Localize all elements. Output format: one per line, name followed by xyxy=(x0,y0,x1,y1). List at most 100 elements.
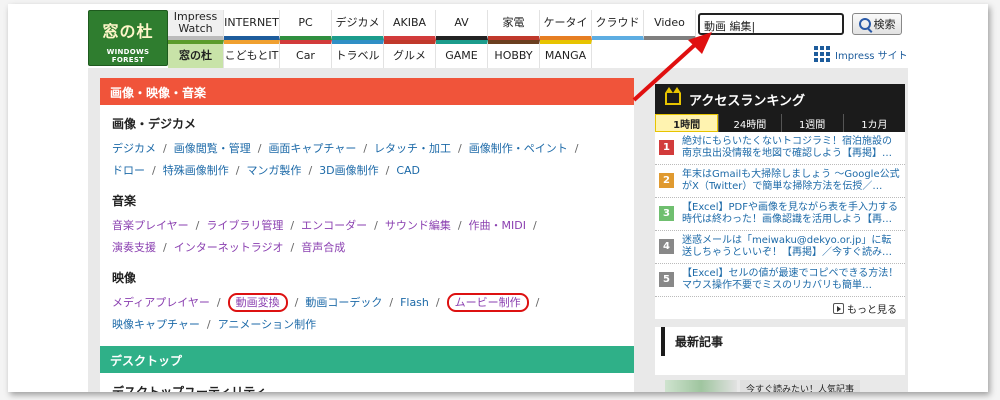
logo-title: 窓の杜 xyxy=(102,22,154,41)
nav-item[interactable]: INTERNET xyxy=(224,10,280,40)
ranking-item[interactable]: 5 【Excel】セルの値が最速でコピペできる方法！マウス操作不要でミスのリカバリ… xyxy=(655,264,905,297)
link-separator: / xyxy=(363,142,368,155)
link-separator: / xyxy=(385,164,390,177)
search-icon xyxy=(858,18,871,30)
category-title: 映像 xyxy=(112,271,137,285)
category-link[interactable]: アニメーション制作 xyxy=(218,318,317,331)
category-block: 画像・デジカメ デジカメ / 画像閲覧・管理 / 画面キャプチャー / レタッチ・加工 / 画像制… xyxy=(100,115,634,182)
link-separator: / xyxy=(435,296,440,309)
search-button[interactable]: 検索 xyxy=(852,13,902,35)
link-separator: / xyxy=(257,142,262,155)
ranking-item[interactable]: 4 迷惑メールは「meiwaku@dekyo.or.jp」に転送しちゃうといいぞ！… xyxy=(655,231,905,264)
category-link[interactable]: Flash xyxy=(400,296,429,309)
category-link[interactable]: CAD xyxy=(396,164,420,177)
ranking-tab[interactable]: 1週間 xyxy=(780,114,843,132)
link-separator: / xyxy=(308,164,313,177)
category-link[interactable]: メディアプレイヤー xyxy=(112,296,210,309)
link-separator: / xyxy=(389,296,394,309)
link-separator: / xyxy=(152,164,156,177)
link-separator: / xyxy=(535,296,540,309)
ranking-text: 迷惑メールは「meiwaku@dekyo.or.jp」に転送しちゃうといいぞ！【… xyxy=(682,235,892,258)
category-link[interactable]: 動画変換 xyxy=(227,293,288,312)
nav-item[interactable]: AKIBA xyxy=(384,10,436,40)
ranking-number: 5 xyxy=(659,272,674,287)
category-link[interactable]: サウンド編集 xyxy=(385,219,451,232)
category-link[interactable]: マンガ製作 xyxy=(246,164,301,177)
ranking-number: 3 xyxy=(659,206,674,221)
annotation-arrow xyxy=(632,32,712,102)
link-separator: / xyxy=(290,241,295,254)
ranking-tab[interactable]: 1時間 xyxy=(655,114,719,132)
category-title: 音楽 xyxy=(112,194,137,208)
category-link[interactable]: 3D画像制作 xyxy=(319,164,378,177)
category-link[interactable]: 動画コーデック xyxy=(305,296,382,309)
nav-item[interactable]: デジカメ xyxy=(332,10,384,40)
category-block: 映像メディアプレイヤー / 動画変換 / 動画コーデック / Flash / ムービー制作 / 映像… xyxy=(100,269,634,336)
more-label: もっと見る xyxy=(847,304,897,316)
category-link[interactable]: ムービー制作 xyxy=(446,293,529,312)
ranking-tabs: 1時間 24時間 1週間 1カ月 xyxy=(655,114,905,132)
category-links: 演奏支援 / インターネットラジオ / 音声合成 xyxy=(112,237,622,259)
nav-item[interactable]: 窓の杜 xyxy=(168,40,224,68)
nav-item[interactable]: Car xyxy=(280,40,332,68)
category-panel: 画像・映像・音楽 画像・デジカメ デジカメ / 画像閲覧・管理 / 画面キャプチャー / レタ… xyxy=(100,78,634,392)
link-separator: / xyxy=(294,296,299,309)
category-link[interactable]: 音楽プレイヤー xyxy=(112,219,189,232)
section-header-desktop: デスクトップ xyxy=(100,346,634,373)
ranking-text: 【Excel】PDFや画像を見ながら表を手入力する時代は終わった！画像認識を活用… xyxy=(682,202,898,225)
more-link[interactable]: もっと見る xyxy=(655,297,905,319)
link-separator: / xyxy=(235,164,240,177)
category-link[interactable]: 画像制作・ペイント xyxy=(469,142,568,155)
nav-item[interactable]: MANGA xyxy=(540,40,592,68)
category-title-desktop-utility: デスクトップユーティリティ xyxy=(112,385,267,392)
browser-frame: 窓の杜 WINDOWS FOREST Impress Watch INTERNET… xyxy=(8,4,988,392)
category-links: メディアプレイヤー / 動画変換 / 動画コーデック / Flash / ムービー制作 / xyxy=(112,292,622,314)
category-links: デジカメ / 画像閲覧・管理 / 画面キャプチャー / レタッチ・加工 / 画像制作・ペイント / xyxy=(112,138,622,160)
nav-item[interactable]: グルメ xyxy=(384,40,436,68)
nav-item[interactable]: こどもとIT xyxy=(224,40,280,68)
ranking-tab[interactable]: 1カ月 xyxy=(842,114,905,132)
latest-tag[interactable]: 今すぐ読みたい！人気記事 xyxy=(740,380,861,392)
search-button-label: 検索 xyxy=(873,18,896,31)
grid-icon xyxy=(814,46,830,62)
category-links: 音楽プレイヤー / ライブラリ管理 / エンコーダー / サウンド編集 / 作曲・MIDI / xyxy=(112,215,622,237)
category-link[interactable]: 特殊画像制作 xyxy=(163,164,229,177)
category-link[interactable]: 演奏支援 xyxy=(112,241,156,254)
section-header-image: 画像・映像・音楽 xyxy=(100,78,634,105)
nav-item[interactable]: HOBBY xyxy=(488,40,540,68)
site-logo[interactable]: 窓の杜 WINDOWS FOREST xyxy=(88,10,168,66)
search-input[interactable]: 動画 編集| xyxy=(698,13,844,35)
link-separator: / xyxy=(195,219,200,232)
category-link[interactable]: 画像閲覧・管理 xyxy=(174,142,251,155)
link-separator: / xyxy=(216,296,221,309)
link-separator: / xyxy=(574,142,579,155)
category-link[interactable]: インターネットラジオ xyxy=(174,241,284,254)
category-link[interactable]: 音声合成 xyxy=(301,241,345,254)
category-link[interactable]: ライブラリ管理 xyxy=(206,219,283,232)
link-separator: / xyxy=(533,219,537,232)
category-link[interactable]: デジカメ xyxy=(112,142,156,155)
category-link[interactable]: ドロー xyxy=(112,164,145,177)
category-link[interactable]: レタッチ・加工 xyxy=(374,142,451,155)
ranking-item[interactable]: 3 【Excel】PDFや画像を見ながら表を手入力する時代は終わった！画像認識を活… xyxy=(655,198,905,231)
ranking-item[interactable]: 1 絶対にもらいたくないトコジラミ！宿泊施設の南京虫出没情報を地図で確認しよう【再… xyxy=(655,132,905,165)
nav-item[interactable]: 家電 xyxy=(488,10,540,40)
nav-item[interactable]: トラベル xyxy=(332,40,384,68)
link-separator: / xyxy=(206,318,211,331)
link-separator: / xyxy=(374,219,378,232)
category-link[interactable]: エンコーダー xyxy=(301,219,367,232)
category-link[interactable]: 作曲・MIDI xyxy=(469,219,526,232)
nav-item[interactable]: GAME xyxy=(436,40,488,68)
nav-item[interactable]: AV xyxy=(436,10,488,40)
category-link[interactable]: 画面キャプチャー xyxy=(268,142,356,155)
ranking-tab[interactable]: 24時間 xyxy=(718,114,780,132)
impress-site-link[interactable]: Impress サイト xyxy=(814,46,908,62)
nav-item[interactable]: Impress Watch xyxy=(168,10,224,40)
ranking-number: 1 xyxy=(659,140,674,155)
nav-item[interactable]: ケータイ xyxy=(540,10,592,40)
nav-item[interactable]: PC xyxy=(280,10,332,40)
ranking-item[interactable]: 2 年末はGmailも大掃除しましょう ～Google公式がX（Twitter）で… xyxy=(655,165,905,198)
link-separator: / xyxy=(163,142,167,155)
category-link[interactable]: 映像キャプチャー xyxy=(112,318,200,331)
latest-thumbnail[interactable] xyxy=(665,380,737,392)
